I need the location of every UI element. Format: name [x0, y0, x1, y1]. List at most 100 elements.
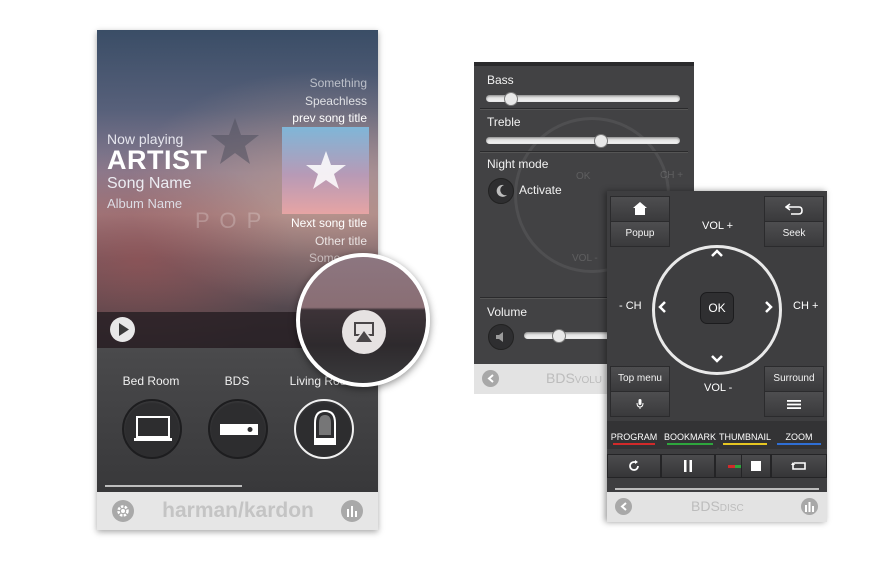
home-button[interactable]	[610, 196, 670, 222]
ch-up-label[interactable]: CH +	[793, 300, 818, 312]
color-key-bar	[723, 443, 767, 445]
color-key-zoom[interactable]: ZOOM	[773, 432, 825, 445]
disc-player-icon	[220, 424, 258, 435]
popup-button[interactable]: Popup	[610, 221, 670, 247]
room-bds-button[interactable]	[208, 399, 268, 459]
prev-song-item[interactable]: Something	[97, 76, 367, 90]
speaker-icon	[496, 332, 503, 342]
repeat-button[interactable]	[607, 454, 661, 478]
airplay-magnifier	[296, 253, 430, 387]
next-song-item[interactable]: Other title	[97, 234, 367, 248]
volume-label: Volume	[487, 305, 528, 319]
bass-label: Bass	[487, 73, 514, 87]
back-button[interactable]	[764, 196, 824, 222]
mic-icon	[636, 399, 644, 409]
treble-slider-knob[interactable]	[594, 134, 608, 148]
footer-title: BDSDISC	[691, 498, 744, 514]
color-key-label: THUMBNAIL	[719, 432, 772, 442]
prev-song-item[interactable]: Speachless	[97, 94, 367, 108]
ghost-ch-up: CH +	[660, 170, 684, 181]
stop-icon	[751, 461, 761, 471]
remote-control-screen: Popup Seek VOL + VOL - - CH CH + OK Top …	[607, 191, 827, 522]
footer-bar: harman/kardon	[97, 492, 378, 530]
color-key-bookmark[interactable]: BOOKMARK	[663, 432, 717, 445]
surround-button[interactable]: Surround	[764, 366, 824, 392]
ghost-ok: OK	[576, 171, 591, 182]
footer-bar: BDSDISC	[607, 492, 827, 522]
room-bed-room-button[interactable]	[122, 399, 182, 459]
mic-button[interactable]	[610, 391, 670, 417]
ch-down-label[interactable]: - CH	[619, 300, 642, 312]
pause-icon	[684, 460, 692, 472]
vol-down-label[interactable]: VOL -	[704, 382, 732, 394]
color-key-label: ZOOM	[785, 432, 813, 442]
color-key-bar	[777, 443, 821, 445]
room-label: Bed Room	[122, 374, 180, 388]
room-label: BDS	[224, 374, 250, 388]
color-key-thumbnail[interactable]: THUMBNAIL	[719, 432, 771, 445]
vol-up-label[interactable]: VOL +	[702, 220, 733, 232]
album-name: Album Name	[107, 196, 183, 211]
back-button[interactable]	[482, 370, 499, 387]
chevron-up-icon[interactable]	[710, 248, 724, 257]
settings-button[interactable]	[112, 500, 134, 522]
brand-logo: harman/kardon	[162, 499, 314, 522]
color-key-label: PROGRAM	[610, 432, 658, 442]
footer-title-sub: DISC	[719, 503, 744, 514]
divider	[480, 108, 688, 110]
color-keys: PROGRAM BOOKMARK THUMBNAIL ZOOM	[607, 421, 827, 449]
gear-icon	[117, 505, 129, 517]
moon-icon	[496, 184, 507, 197]
scroll-indicator	[105, 485, 242, 487]
top-edge	[474, 62, 694, 66]
tv-icon	[134, 416, 172, 441]
chevron-right-icon[interactable]	[765, 300, 774, 314]
pause-button[interactable]	[661, 454, 715, 478]
divider	[480, 151, 688, 153]
equalizer-icon	[805, 502, 814, 512]
color-key-bar	[613, 443, 655, 445]
menu-button[interactable]	[764, 391, 824, 417]
return-icon	[784, 203, 803, 215]
airplay-icon	[354, 322, 374, 342]
bass-slider-knob[interactable]	[504, 92, 518, 106]
star-icon	[306, 151, 346, 189]
volume-slider-knob[interactable]	[552, 329, 566, 343]
treble-label: Treble	[487, 115, 521, 129]
chevron-left-icon	[620, 502, 627, 511]
equalizer-button[interactable]	[341, 500, 363, 522]
night-mode-toggle[interactable]	[488, 178, 514, 204]
caret-up-icon	[713, 447, 723, 453]
loop-button[interactable]	[771, 454, 827, 478]
activate-label[interactable]: Activate	[519, 183, 562, 197]
seek-button[interactable]: Seek	[764, 221, 824, 247]
footer-title-sub: VOLU	[574, 375, 603, 386]
treble-slider[interactable]	[486, 134, 680, 148]
next-song-item[interactable]: Next song title	[97, 216, 367, 230]
bass-slider[interactable]	[486, 92, 680, 106]
album-art[interactable]	[282, 127, 369, 214]
color-key-program[interactable]: PROGRAM	[609, 432, 659, 445]
play-icon	[119, 323, 129, 336]
chevron-left-icon	[487, 374, 494, 383]
hamburger-icon	[787, 400, 801, 409]
scroll-indicator	[615, 488, 819, 490]
mute-button[interactable]	[488, 324, 514, 350]
chevron-down-icon[interactable]	[710, 355, 724, 364]
footer-title-main: BDS	[546, 370, 575, 386]
home-icon	[633, 202, 647, 215]
loop-icon	[791, 462, 806, 470]
ghost-vol-down: VOL -	[572, 253, 598, 264]
footer-title-main: BDS	[691, 498, 720, 514]
ok-button[interactable]: OK	[700, 292, 734, 324]
airplay-button[interactable]	[342, 310, 386, 354]
prev-song-item[interactable]: prev song title	[97, 111, 367, 125]
aura-speaker-icon	[314, 409, 336, 445]
room-living-room-button[interactable]	[294, 399, 354, 459]
play-button[interactable]	[110, 317, 135, 342]
stop-button[interactable]	[741, 454, 771, 478]
chevron-left-icon[interactable]	[657, 300, 666, 314]
equalizer-button[interactable]	[801, 498, 818, 515]
back-button[interactable]	[615, 498, 632, 515]
top-menu-button[interactable]: Top menu	[610, 366, 670, 392]
